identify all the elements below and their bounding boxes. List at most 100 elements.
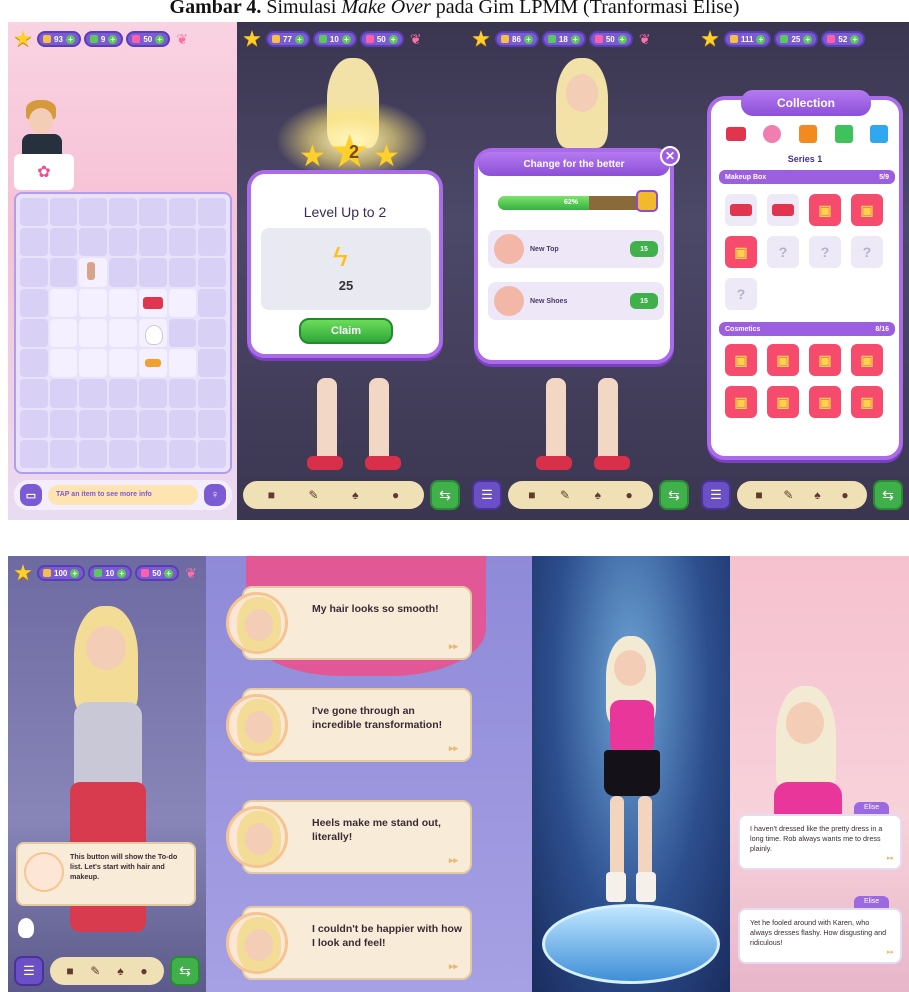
next-arrow-icon[interactable]: ▸▸: [887, 854, 894, 864]
gift-box-icon[interactable]: ▣: [809, 386, 841, 418]
gem-counter[interactable]: 50 +: [135, 565, 180, 581]
gem-counter[interactable]: 50 +: [126, 31, 171, 47]
claim-button[interactable]: Claim: [299, 318, 393, 344]
accessory-tab-icon[interactable]: ●: [625, 488, 632, 502]
next-arrow-icon[interactable]: ▸▸: [449, 641, 458, 652]
accessory-tab-icon[interactable]: ●: [392, 488, 399, 502]
next-arrow-icon[interactable]: ▸▸: [449, 743, 458, 754]
hair-tab-icon[interactable]: ■: [528, 488, 535, 502]
coin-counter[interactable]: 93 +: [37, 31, 81, 47]
nail-polish-item[interactable]: [79, 258, 108, 287]
makeup-box-item[interactable]: [138, 288, 167, 317]
level-star-icon[interactable]: ★: [12, 560, 34, 585]
coin-counter[interactable]: 111 +: [724, 31, 772, 47]
gift-box-icon[interactable]: ▣: [809, 344, 841, 376]
gem-counter[interactable]: 50 +: [359, 31, 404, 47]
close-icon[interactable]: ✕: [660, 146, 680, 166]
swap-button[interactable]: ⇆: [170, 956, 200, 986]
swap-button[interactable]: ⇆: [873, 480, 903, 510]
energy-counter[interactable]: 9 +: [83, 31, 124, 47]
orange-tab-icon[interactable]: [798, 125, 817, 143]
dress-button[interactable]: ♀: [204, 484, 226, 506]
screenshots-top-row: ★ 93 + 9 + 50 + ❦ ✿ ▭ TAP an item to see mo…: [8, 22, 909, 520]
outfit-tab-icon[interactable]: ♠: [117, 964, 123, 978]
coin-counter[interactable]: 86 +: [495, 31, 539, 47]
locked-item[interactable]: ?: [809, 236, 841, 268]
makeup-tab-icon[interactable]: ✎: [309, 488, 319, 502]
gift-box-icon[interactable]: ▣: [851, 194, 883, 226]
gift-icon[interactable]: ❦: [173, 30, 191, 48]
info-hint-text: TAP an item to see more info: [48, 485, 198, 505]
swap-button[interactable]: ⇆: [659, 480, 689, 510]
bottom-bar: ☰ ■ ✎ ♠ ● ⇆: [695, 478, 909, 512]
gift-box-icon[interactable]: ▣: [809, 194, 841, 226]
gift-box-icon[interactable]: ▣: [851, 386, 883, 418]
gift-icon[interactable]: ❦: [407, 30, 425, 48]
plus-icon: +: [108, 34, 118, 44]
next-arrow-icon[interactable]: ▸▸: [449, 961, 458, 972]
gift-box-icon[interactable]: ▣: [725, 386, 757, 418]
accessory-tab-icon[interactable]: ●: [841, 488, 848, 502]
tasks-screen: ★ 86 + 18 + 50 + ❦ Change for the better ✕ …: [466, 22, 695, 520]
outfit-tab-icon[interactable]: ♠: [814, 488, 820, 502]
energy-counter[interactable]: 10 +: [88, 565, 133, 581]
energy-counter[interactable]: 10 +: [312, 31, 357, 47]
reward-amount: 25: [338, 278, 354, 293]
outfit-tab-icon[interactable]: ♠: [595, 488, 601, 502]
order-bubble[interactable]: ✿: [14, 154, 74, 190]
todo-button[interactable]: ☰: [14, 956, 44, 986]
inventory-button[interactable]: ▭: [20, 484, 42, 506]
gem-icon: [141, 569, 150, 577]
gem-counter[interactable]: 50 +: [588, 31, 633, 47]
coin-counter[interactable]: 100 +: [37, 565, 86, 581]
makeup-box-item[interactable]: [725, 194, 757, 226]
gift-box-icon[interactable]: ▣: [767, 386, 799, 418]
lipstick-tab-icon[interactable]: [725, 127, 746, 141]
hair-tab-icon[interactable]: ■: [66, 964, 73, 978]
outfit-tab-icon[interactable]: ♠: [352, 488, 358, 502]
gift-box-icon[interactable]: ▣: [725, 236, 757, 268]
task-complete-button[interactable]: 15: [630, 293, 658, 309]
gift-box-icon[interactable]: ▣: [725, 344, 757, 376]
gift-box-icon[interactable]: ▣: [851, 344, 883, 376]
energy-counter[interactable]: 25 +: [774, 31, 819, 47]
makeup-box-item[interactable]: [767, 194, 799, 226]
todo-button[interactable]: ☰: [701, 480, 731, 510]
cream-tab-icon[interactable]: [763, 125, 782, 143]
level-star-icon[interactable]: ★: [699, 26, 721, 51]
gem-icon: [594, 35, 603, 43]
todo-button[interactable]: ☰: [472, 480, 502, 510]
coin-counter[interactable]: 77 +: [266, 31, 310, 47]
gift-icon[interactable]: ❦: [182, 564, 200, 582]
gift-box-icon[interactable]: ▣: [767, 344, 799, 376]
swap-button[interactable]: ⇆: [430, 480, 460, 510]
green-tab-icon[interactable]: [834, 125, 853, 143]
makeup-tab-icon[interactable]: ✎: [90, 964, 100, 978]
accessory-tab-icon[interactable]: ●: [140, 964, 147, 978]
gem-icon: [827, 35, 836, 43]
next-arrow-icon[interactable]: ▸▸: [887, 948, 894, 958]
hair-tab-icon[interactable]: ■: [755, 488, 762, 502]
level-star-icon[interactable]: ★: [12, 26, 34, 51]
makeup-tab-icon[interactable]: ✎: [783, 488, 793, 502]
stage-platform: [542, 904, 720, 984]
energy-icon: [94, 569, 103, 577]
plus-icon: +: [617, 34, 627, 44]
energy-counter[interactable]: 18 +: [541, 31, 586, 47]
locked-item[interactable]: ?: [725, 278, 757, 310]
blue-tab-icon[interactable]: [870, 125, 889, 143]
gem-counter[interactable]: 52 +: [821, 31, 866, 47]
energy-icon: [89, 35, 98, 43]
locked-item[interactable]: ?: [851, 236, 883, 268]
gift-icon[interactable]: ❦: [636, 30, 654, 48]
level-star-icon[interactable]: ★: [241, 26, 263, 51]
stat-bar: ★ 111 + 25 + 52 +: [695, 22, 909, 56]
locked-item[interactable]: ?: [767, 236, 799, 268]
makeup-tab-icon[interactable]: ✎: [560, 488, 570, 502]
level-star-icon[interactable]: ★: [470, 26, 492, 51]
next-arrow-icon[interactable]: ▸▸: [449, 855, 458, 866]
lipstick-item[interactable]: [138, 349, 167, 378]
task-complete-button[interactable]: 15: [630, 241, 658, 257]
bottom-bar: ☰ ■ ✎ ♠ ● ⇆: [8, 954, 206, 988]
hair-tab-icon[interactable]: ■: [268, 488, 275, 502]
